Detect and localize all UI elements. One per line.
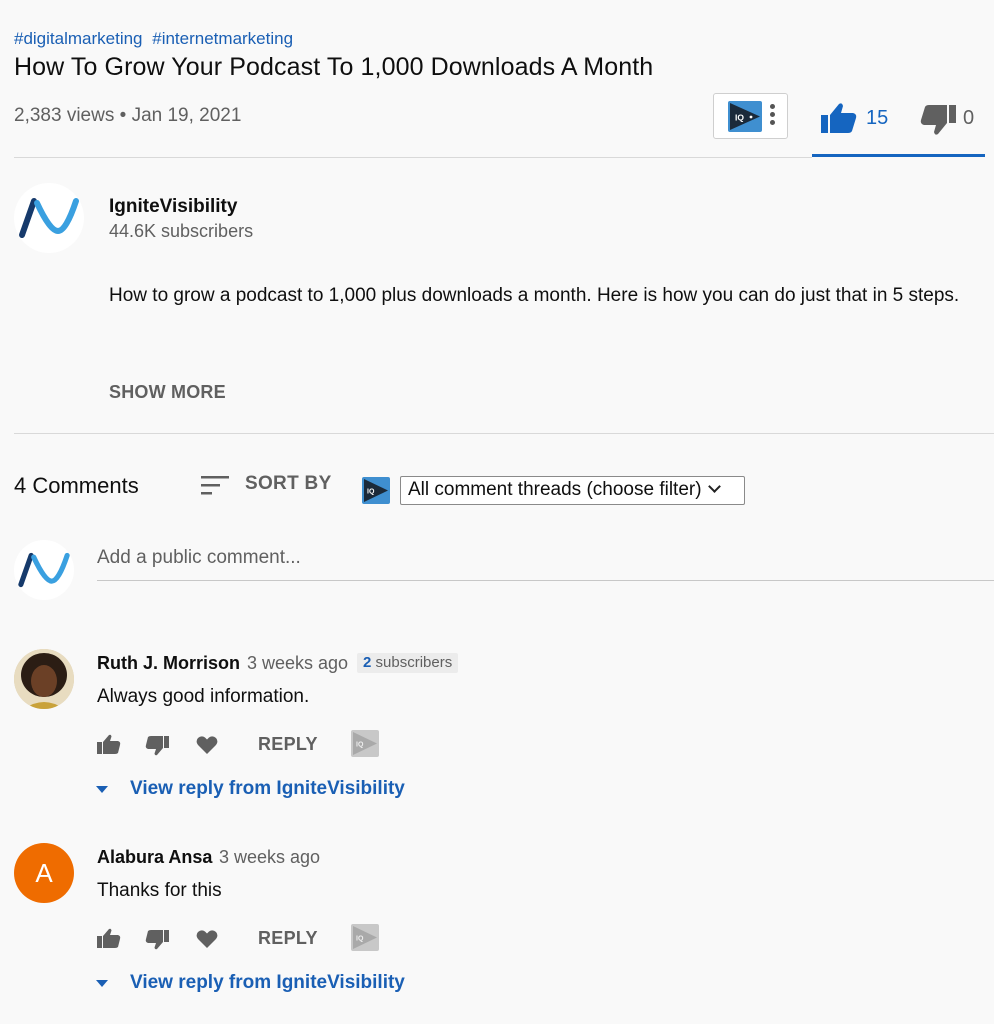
comment-time[interactable]: 3 weeks ago <box>219 847 320 868</box>
publish-date: Jan 19, 2021 <box>131 105 242 126</box>
dislike-count: 0 <box>963 107 975 129</box>
thumbs-up-icon[interactable] <box>97 734 121 755</box>
expand-caret-icon <box>96 786 108 793</box>
sort-icon[interactable] <box>201 475 231 497</box>
thumbs-down-icon[interactable] <box>145 929 169 950</box>
like-count: 15 <box>866 107 889 129</box>
like-ratio-bar <box>812 154 985 157</box>
divider <box>14 433 994 434</box>
view-reply-link[interactable]: View reply from IgniteVisibility <box>130 778 405 800</box>
iq-extension-icon[interactable]: IQ <box>351 730 379 757</box>
commenter-sub-label: subscribers <box>375 654 453 671</box>
hashtag-list: #digitalmarketing #internetmarketing <box>14 29 298 49</box>
iq-extension-icon: IQ <box>728 101 762 132</box>
ignite-visibility-logo-icon <box>19 198 79 238</box>
ignite-visibility-logo-icon <box>18 552 70 588</box>
thumbs-up-icon[interactable] <box>97 928 121 949</box>
divider <box>14 157 812 158</box>
iq-extension-icon[interactable]: IQ <box>351 924 379 951</box>
commenter-avatar[interactable]: A <box>14 843 74 903</box>
reply-button[interactable]: REPLY <box>258 734 318 755</box>
iq-badge-text: IQ <box>367 489 375 496</box>
commenter-subscriber-badge: 2 subscribers <box>357 653 459 673</box>
thumbs-down-icon[interactable] <box>145 735 169 756</box>
iq-badge-text: IQ <box>735 113 744 123</box>
commenter-avatar[interactable] <box>14 649 74 709</box>
comment-time[interactable]: 3 weeks ago <box>247 653 348 674</box>
subscriber-count: 44.6K subscribers <box>109 221 254 241</box>
comment-text: Thanks for this <box>97 880 222 901</box>
channel-avatar[interactable] <box>14 183 84 253</box>
meta-separator: • <box>119 105 127 126</box>
heart-icon[interactable] <box>196 929 218 949</box>
thumbs-down-icon[interactable] <box>920 104 956 136</box>
iq-badge-text: IQ <box>356 742 364 749</box>
video-meta: 2,383 views • Jan 19, 2021 <box>14 105 241 127</box>
comment-author[interactable]: Alabura Ansa <box>97 847 212 868</box>
extension-menu-button[interactable]: IQ <box>713 93 788 139</box>
view-reply-link[interactable]: View reply from IgniteVisibility <box>130 972 405 994</box>
more-options-icon <box>769 104 775 128</box>
comment-filter-select[interactable]: All comment threads (choose filter) <box>400 476 745 505</box>
hashtag-link[interactable]: #digitalmarketing <box>14 29 143 48</box>
commenter-sub-count: 2 <box>363 654 372 671</box>
chevron-down-icon <box>707 480 721 493</box>
comment-author[interactable]: Ruth J. Morrison <box>97 653 240 674</box>
filter-selected-value: All comment threads (choose filter) <box>408 479 702 500</box>
user-avatar <box>14 540 74 600</box>
iq-extension-icon: IQ <box>362 477 390 504</box>
hashtag-link[interactable]: #internetmarketing <box>152 29 293 48</box>
video-description: How to grow a podcast to 1,000 plus down… <box>109 285 960 306</box>
iq-badge-text: IQ <box>356 936 364 943</box>
reply-button[interactable]: REPLY <box>258 928 318 949</box>
heart-icon[interactable] <box>196 735 218 755</box>
thumbs-up-icon[interactable] <box>821 102 857 134</box>
profile-photo-icon <box>14 649 74 709</box>
sort-by-button[interactable]: SORT BY <box>245 473 332 495</box>
video-title: How To Grow Your Podcast To 1,000 Downlo… <box>14 53 654 81</box>
comments-count: 4 Comments <box>14 473 139 498</box>
channel-name[interactable]: IgniteVisibility <box>109 196 237 218</box>
expand-caret-icon <box>96 980 108 987</box>
comment-text: Always good information. <box>97 686 310 707</box>
add-comment-input[interactable]: Add a public comment... <box>97 547 994 581</box>
show-more-button[interactable]: SHOW MORE <box>109 382 226 403</box>
view-count: 2,383 views <box>14 105 115 126</box>
